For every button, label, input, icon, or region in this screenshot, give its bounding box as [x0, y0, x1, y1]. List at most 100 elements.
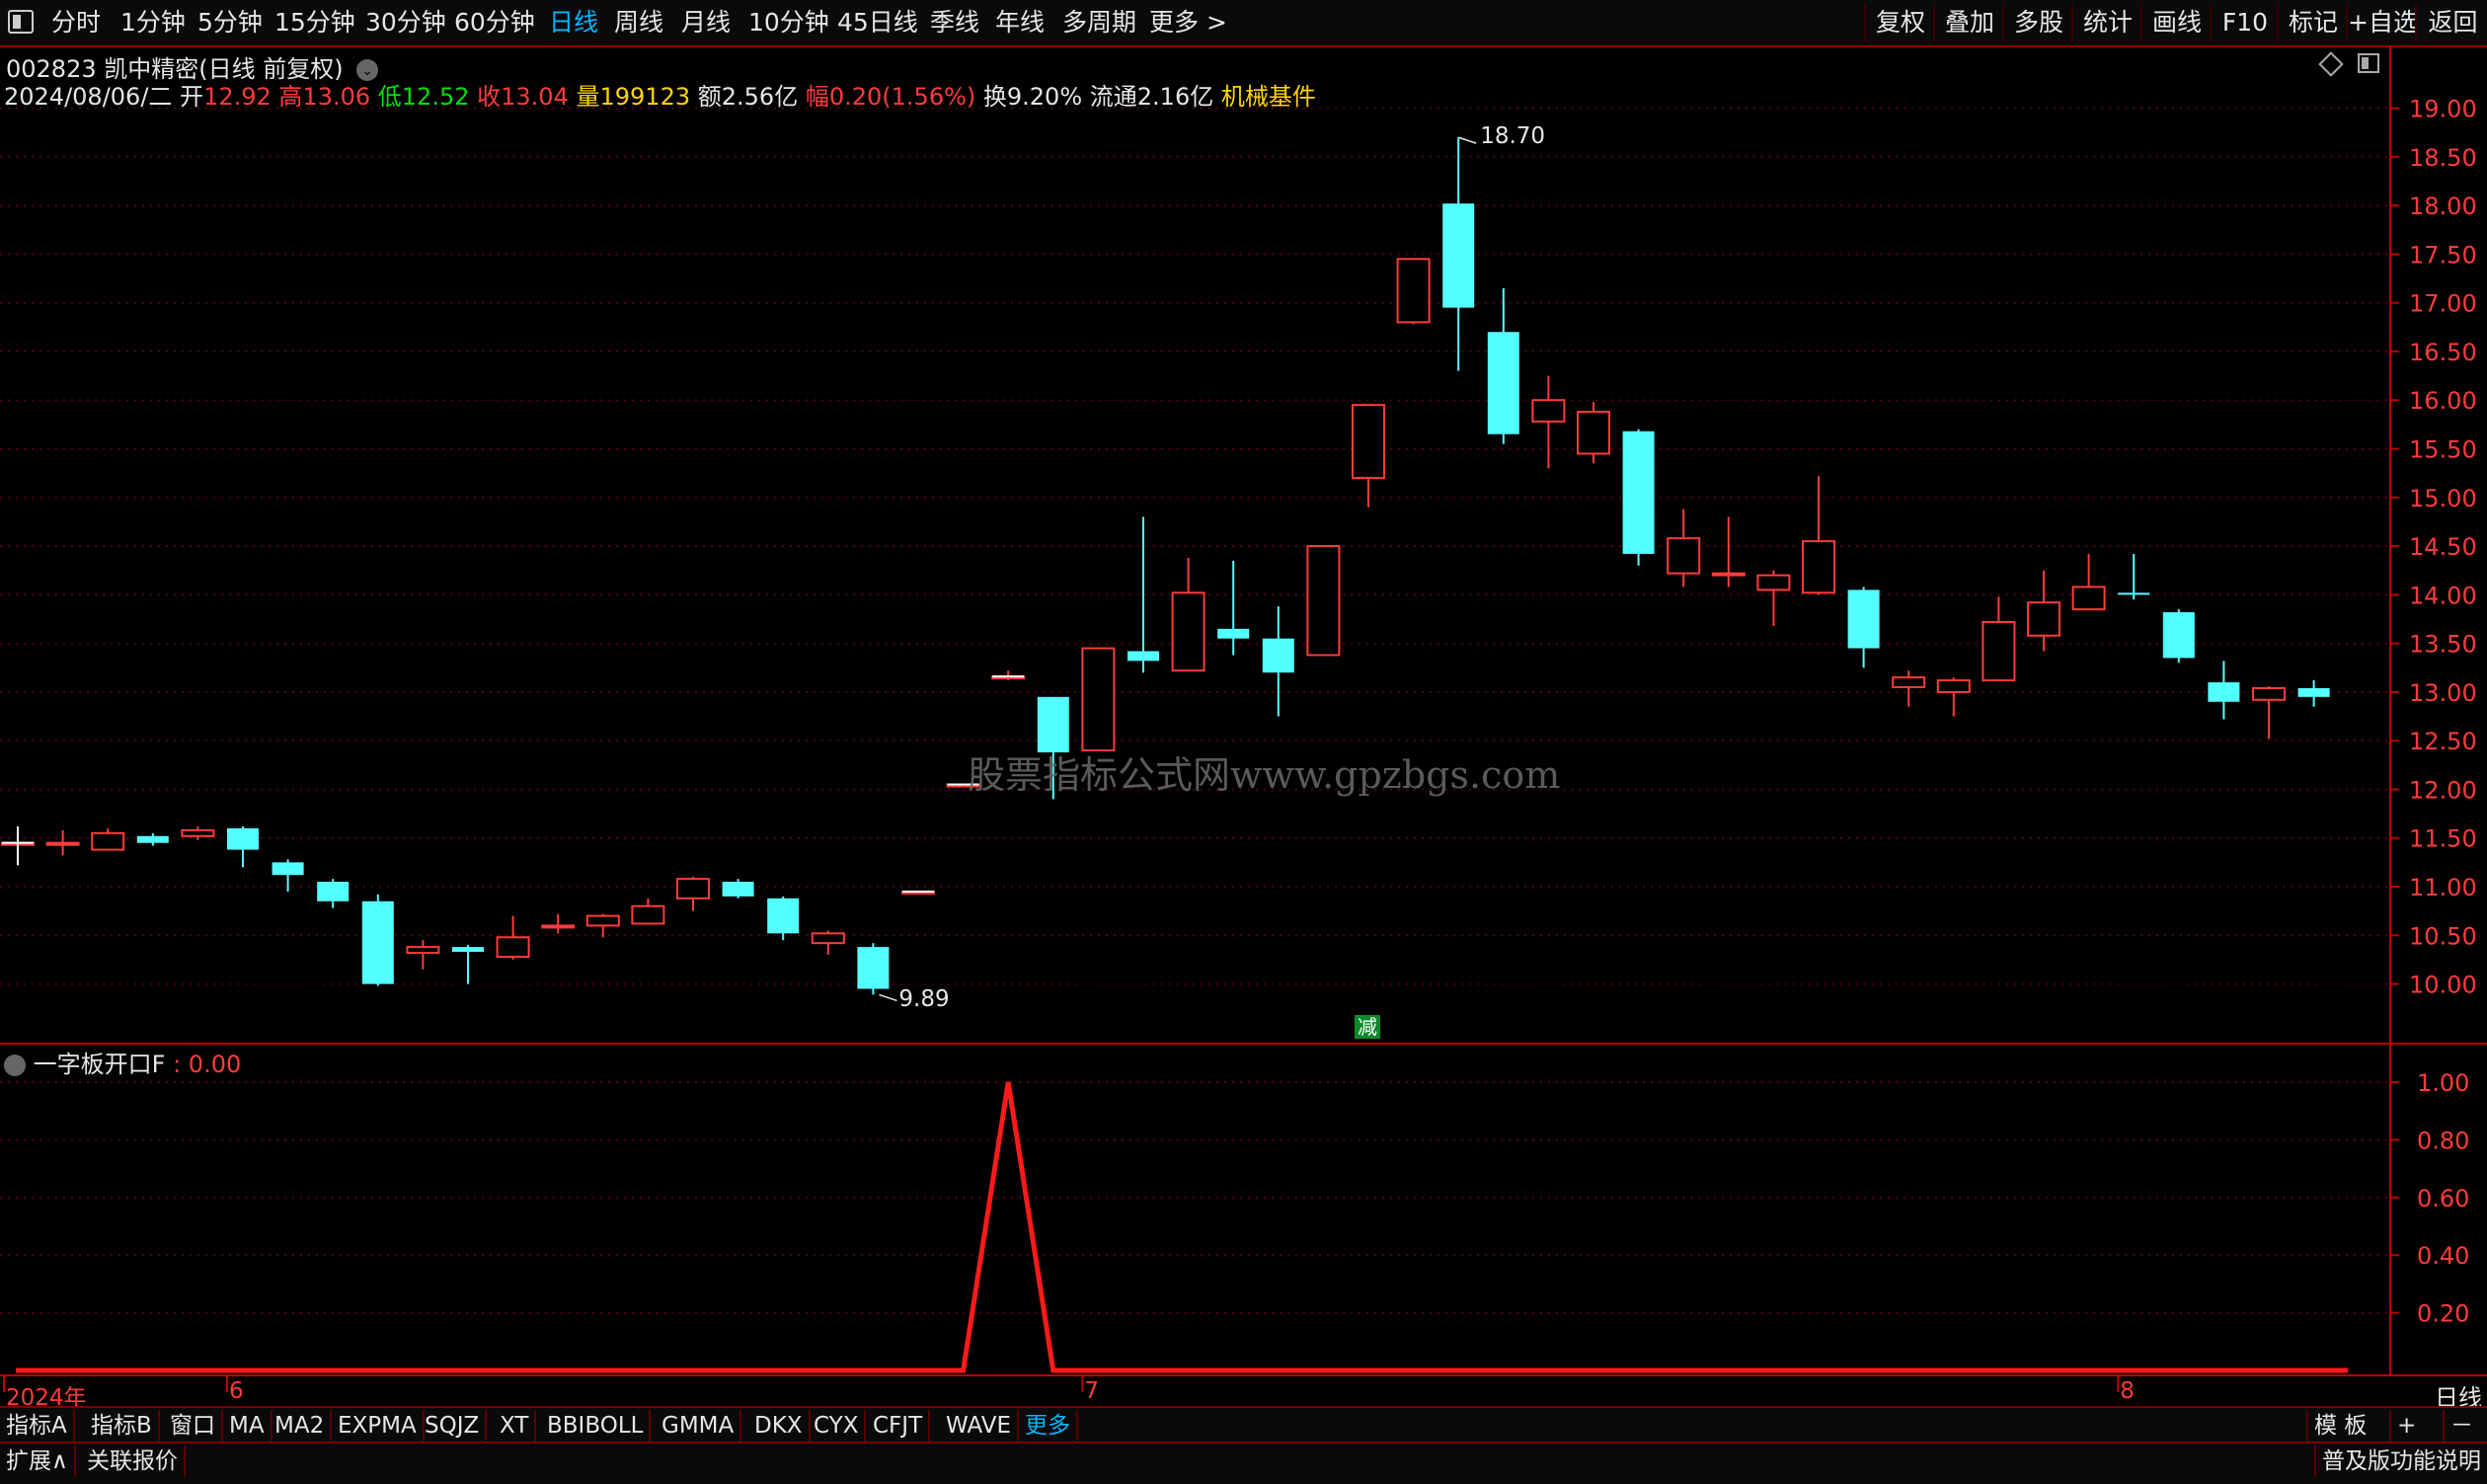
candle-body[interactable]: [1667, 537, 1701, 575]
candle-body[interactable]: [2208, 682, 2240, 702]
candle-body[interactable]: [1306, 545, 1341, 657]
indicator-tab-bar: 指标A 指标B 窗口 MA MA2 EXPMA SQJZ XT BBIBOLL GMMA DKX CY…: [0, 1406, 2487, 1444]
indicator-tab-9[interactable]: GMMA: [656, 1410, 742, 1442]
candle-body[interactable]: [1262, 638, 1294, 673]
candle-body[interactable]: [2297, 687, 2330, 697]
indicator-tick-label: 0.20: [2417, 1300, 2469, 1328]
candle-body[interactable]: [2162, 612, 2195, 659]
indicator-tab-0[interactable]: 指标A: [0, 1410, 75, 1442]
indicator-line: [16, 1081, 2348, 1373]
max-price-label: 18.70: [1480, 123, 1546, 150]
indicator-header: 一字板开口F : 0.00: [4, 1045, 241, 1079]
candle-body[interactable]: [1217, 628, 1250, 639]
indicator-tab-1[interactable]: 指标B: [85, 1410, 160, 1442]
price-axis-line: [2389, 45, 2391, 1376]
indicator-tab-2[interactable]: 窗口: [164, 1410, 223, 1442]
indicator-tab-4[interactable]: MA2: [269, 1410, 333, 1442]
indicator-tab-14[interactable]: 更多: [1019, 1410, 1078, 1442]
candle-body[interactable]: [1487, 332, 1519, 434]
candle-body[interactable]: [91, 831, 125, 851]
min-price-label: 9.89: [898, 986, 950, 1013]
candle-body[interactable]: [585, 914, 620, 927]
candle-body[interactable]: [1802, 540, 1835, 594]
candle-body[interactable]: [1171, 591, 1205, 672]
candle-body[interactable]: [1396, 258, 1431, 324]
candle-body[interactable]: [541, 924, 576, 929]
price-tick-label: 19.00: [2409, 96, 2477, 123]
watermark: 股票指标公式网www.gpzbgs.com: [968, 753, 1561, 797]
indicator-tab-5[interactable]: EXPMA: [332, 1410, 425, 1442]
indicator-tab-12[interactable]: CFJT: [867, 1410, 931, 1442]
price-tick-label: 17.50: [2409, 241, 2477, 269]
price-tick-label: 15.50: [2409, 436, 2477, 464]
candle-body[interactable]: [227, 827, 259, 850]
indicator-tick-label: 1.00: [2417, 1069, 2469, 1097]
candle-body[interactable]: [45, 841, 80, 846]
candle-body[interactable]: [452, 947, 484, 953]
price-tick-label: 17.00: [2409, 290, 2477, 318]
candle-body[interactable]: [857, 947, 890, 989]
candle-body[interactable]: [1622, 430, 1655, 554]
candle-body[interactable]: [1982, 620, 2016, 682]
candle-body[interactable]: [1577, 411, 1610, 455]
candle-body[interactable]: [2252, 686, 2286, 701]
price-tick-label: 16.50: [2409, 339, 2477, 366]
event-badge[interactable]: 减: [1355, 1015, 1380, 1039]
indicator-collapse-icon[interactable]: [4, 1054, 26, 1076]
price-tick-label: 16.00: [2409, 387, 2477, 415]
indicator-tab-3[interactable]: MA: [223, 1410, 272, 1442]
indicator-tab-7[interactable]: XT: [494, 1410, 537, 1442]
candle-body[interactable]: [811, 932, 845, 945]
date-axis-line: [0, 1374, 2487, 1376]
min-pointer: [879, 993, 897, 1002]
indicator-tab-11[interactable]: CYX: [808, 1410, 867, 1442]
bottom-right-button-1[interactable]: +: [2389, 1410, 2422, 1442]
price-tick-label: 12.00: [2409, 776, 2477, 804]
indicator-tab-8[interactable]: BBIBOLL: [541, 1410, 652, 1442]
price-tick-label: 13.00: [2409, 679, 2477, 707]
feature-help-button[interactable]: 普及版功能说明: [2314, 1445, 2487, 1477]
footer-bar: 扩展∧ 关联报价 普及版功能说明: [0, 1442, 2487, 1484]
candle-body[interactable]: [2071, 586, 2106, 611]
indicator-tab-6[interactable]: SQJZ: [419, 1410, 488, 1442]
candle-body[interactable]: [1756, 574, 1791, 591]
date-label: 6: [229, 1378, 244, 1404]
related-quote-button[interactable]: 关联报价: [81, 1445, 186, 1477]
candle-body[interactable]: [1081, 647, 1116, 752]
candle-body[interactable]: [1711, 572, 1746, 577]
indicator-tab-10[interactable]: DKX: [748, 1410, 811, 1442]
price-tick-label: 14.50: [2409, 533, 2477, 561]
candle-body[interactable]: [1531, 399, 1566, 423]
candle-body[interactable]: [1936, 679, 1971, 693]
indicator-tick-label: 0.40: [2417, 1242, 2469, 1270]
candle-body[interactable]: [676, 878, 710, 899]
candle-body[interactable]: [2027, 601, 2060, 637]
candle-body[interactable]: [272, 862, 304, 876]
indicator-tick-label: 0.80: [2417, 1127, 2469, 1154]
candle-body[interactable]: [317, 882, 350, 901]
candle-body[interactable]: [1352, 404, 1385, 480]
indicator-name[interactable]: 一字板开口F: [34, 1051, 166, 1078]
candle-body[interactable]: [1892, 676, 1926, 688]
date-label: 7: [1084, 1378, 1100, 1404]
expand-button[interactable]: 扩展∧: [0, 1445, 76, 1477]
price-tick-label: 10.00: [2409, 972, 2477, 999]
bottom-right-button-2[interactable]: －: [2443, 1410, 2479, 1442]
candle-body[interactable]: [631, 904, 665, 925]
price-tick-label: 15.00: [2409, 485, 2477, 512]
candle-body[interactable]: [1442, 203, 1475, 308]
candle-body[interactable]: [361, 900, 394, 984]
candle-body[interactable]: [496, 936, 530, 958]
candle-body[interactable]: [1127, 651, 1159, 662]
candle-body[interactable]: [181, 828, 215, 837]
candle-body[interactable]: [767, 898, 800, 934]
kline-chart[interactable]: 19.00 18.50 18.00 17.50 17.00 16.50 16.00 15.50…: [0, 0, 2487, 1442]
date-label: 8: [2120, 1378, 2135, 1404]
candle-body[interactable]: [722, 882, 754, 897]
indicator-tab-13[interactable]: WAVE: [940, 1410, 1020, 1442]
candle-body[interactable]: [136, 835, 169, 843]
candle-body[interactable]: [406, 946, 440, 955]
candle-body[interactable]: [2118, 592, 2150, 595]
candle-body[interactable]: [1847, 589, 1880, 649]
bottom-right-button-0[interactable]: 模 板: [2306, 1410, 2372, 1442]
